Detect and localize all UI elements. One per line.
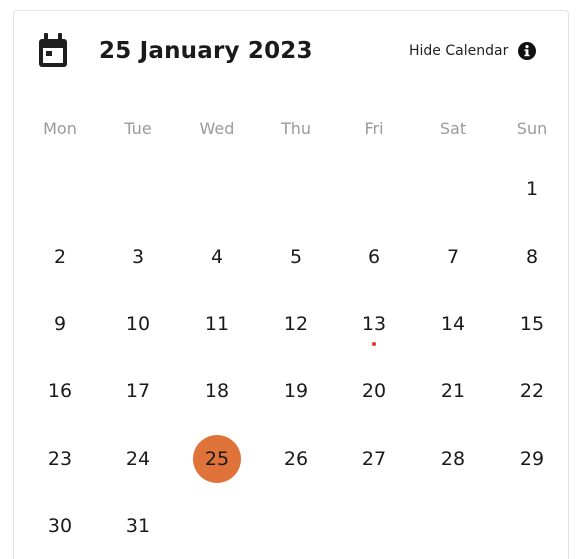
day-cell-selected[interactable]: 25	[193, 435, 241, 483]
day-cell[interactable]: 19	[272, 367, 320, 415]
calendar-card: 25 January 2023 Hide Calendar Mon Tue Wed T…	[13, 10, 569, 559]
event-dot-indicator	[372, 342, 376, 346]
day-cell[interactable]: 9	[36, 300, 84, 348]
day-cell[interactable]: 21	[429, 367, 477, 415]
day-cell[interactable]: 29	[508, 435, 556, 483]
day-cell[interactable]: 23	[36, 435, 84, 483]
day-cell[interactable]: 5	[272, 233, 320, 281]
day-cell[interactable]: 6	[350, 233, 398, 281]
day-cell[interactable]: 14	[429, 300, 477, 348]
day-cell[interactable]: 26	[272, 435, 320, 483]
day-cell[interactable]: 15	[508, 300, 556, 348]
day-cell[interactable]: 18	[193, 367, 241, 415]
day-cell[interactable]: 17	[114, 367, 162, 415]
day-cell[interactable]: 3	[114, 233, 162, 281]
day-cell[interactable]: 7	[429, 233, 477, 281]
day-cell[interactable]: 4	[193, 233, 241, 281]
day-cell[interactable]: 13	[350, 300, 398, 348]
day-cell[interactable]: 2	[36, 233, 84, 281]
day-cell[interactable]: 16	[36, 367, 84, 415]
day-cell[interactable]: 1	[508, 165, 556, 213]
day-cell[interactable]: 11	[193, 300, 241, 348]
day-cell[interactable]: 12	[272, 300, 320, 348]
day-cell[interactable]: 28	[429, 435, 477, 483]
day-cell[interactable]: 20	[350, 367, 398, 415]
day-grid: 1 2 3 4 5 6 7 8 9 10 11 12 13 14 15 16 17 18 19 20 21 22 23 24 2…	[14, 11, 568, 559]
day-cell[interactable]: 27	[350, 435, 398, 483]
day-cell[interactable]: 30	[36, 502, 84, 550]
day-cell[interactable]: 22	[508, 367, 556, 415]
day-cell[interactable]: 10	[114, 300, 162, 348]
day-cell[interactable]: 24	[114, 435, 162, 483]
day-cell[interactable]: 8	[508, 233, 556, 281]
day-cell[interactable]: 31	[114, 502, 162, 550]
